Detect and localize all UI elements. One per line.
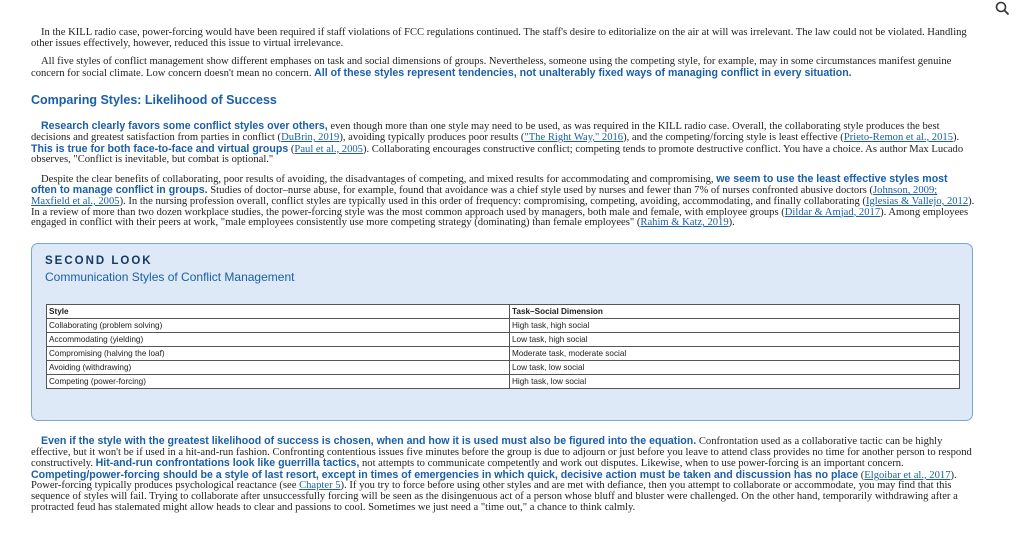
paragraph-text: ), avoiding typically produces poor resu… [339, 131, 525, 143]
citation-link[interactable]: "The Right Way," 2016 [524, 132, 623, 143]
citation-link[interactable]: Dildar & Amjad, 2017 [785, 207, 880, 218]
column-header: Style [46, 304, 510, 319]
paragraph-kill-case: In the KILL radio case, power-forcing wo… [31, 27, 967, 49]
box-title: Communication Styles of Conflict Managem… [45, 270, 295, 284]
paragraph-text: Despite the clear benefits of collaborat… [41, 173, 714, 185]
citation-link[interactable]: Rahim & Katz, 2019 [640, 217, 728, 228]
paragraph-research: Research clearly favors some conflict st… [31, 121, 975, 165]
citation-link[interactable]: Prieto-Remon et al., 2015 [844, 132, 953, 143]
table-cell: High task, high social [509, 318, 960, 333]
key-point: Research clearly favors some conflict st… [41, 120, 328, 133]
citation-link[interactable]: Paul et al., 2005 [294, 144, 363, 155]
table-cell: Moderate task, moderate social [509, 346, 960, 361]
table-cell: Accommodating (yielding) [46, 332, 510, 347]
key-point: Competing/power-forcing should be a styl… [31, 468, 859, 481]
table-row: Accommodating (yielding) Low task, high … [46, 332, 960, 347]
box-kicker: SECOND LOOK [45, 255, 153, 267]
column-header: Task–Social Dimension [509, 304, 960, 319]
paragraph-text: Studies of doctor–nurse abuse, for examp… [210, 185, 874, 197]
paragraph-five-styles: All five styles of conflict management s… [31, 56, 975, 79]
key-point: Hit-and-run confrontations look like gue… [95, 457, 360, 470]
citation-link[interactable]: Elgoibar et al., 2017 [864, 470, 950, 481]
paragraph-text: not attempts to communicate competently … [362, 458, 904, 470]
styles-table: Style Task–Social Dimension Collaboratin… [46, 304, 960, 389]
chapter-link[interactable]: Chapter 5 [299, 480, 340, 492]
search-icon[interactable] [994, 0, 1012, 18]
key-point: This is true for both face-to-face and v… [31, 142, 289, 155]
table-cell: High task, low social [509, 374, 960, 389]
table-cell: Competing (power-forcing) [46, 374, 510, 389]
table-row: Competing (power-forcing) High task, low… [46, 374, 960, 389]
table-row: Compromising (halving the loaf) Moderate… [46, 346, 960, 361]
paragraph-text: ), and the competing/forcing style is le… [623, 131, 844, 143]
key-point: All of these styles represent tendencies… [314, 66, 852, 79]
paragraph-text: ). In the nursing profession overall, co… [119, 195, 866, 207]
section-heading: Comparing Styles: Likelihood of Success [31, 93, 277, 108]
main-content: In the KILL radio case, power-forcing wo… [31, 27, 975, 229]
table-header-row: Style Task–Social Dimension [46, 304, 960, 319]
lower-content: Even if the style with the greatest like… [31, 436, 975, 513]
table-cell: Low task, low social [509, 360, 960, 375]
table-row: Avoiding (withdrawing) Low task, low soc… [46, 360, 960, 375]
table-cell: Avoiding (withdrawing) [46, 360, 510, 375]
citation-link[interactable]: DuBrin, 2019 [281, 132, 339, 143]
table-cell: Low task, high social [509, 332, 960, 347]
paragraph-text: ). [728, 217, 735, 229]
table-cell: Compromising (halving the loaf) [46, 346, 510, 361]
paragraph-when-and-how: Even if the style with the greatest like… [31, 436, 975, 513]
second-look-box: SECOND LOOK Communication Styles of Conf… [31, 243, 973, 421]
table-row: Collaborating (problem solving) High tas… [46, 318, 960, 333]
table-cell: Collaborating (problem solving) [46, 318, 510, 333]
citation-link[interactable]: Iglesias & Vallejo, 2012 [866, 196, 968, 207]
paragraph-text: ). [953, 131, 960, 143]
key-point: Even if the style with the greatest like… [41, 435, 697, 447]
paragraph-least-effective: Despite the clear benefits of collaborat… [31, 174, 975, 229]
